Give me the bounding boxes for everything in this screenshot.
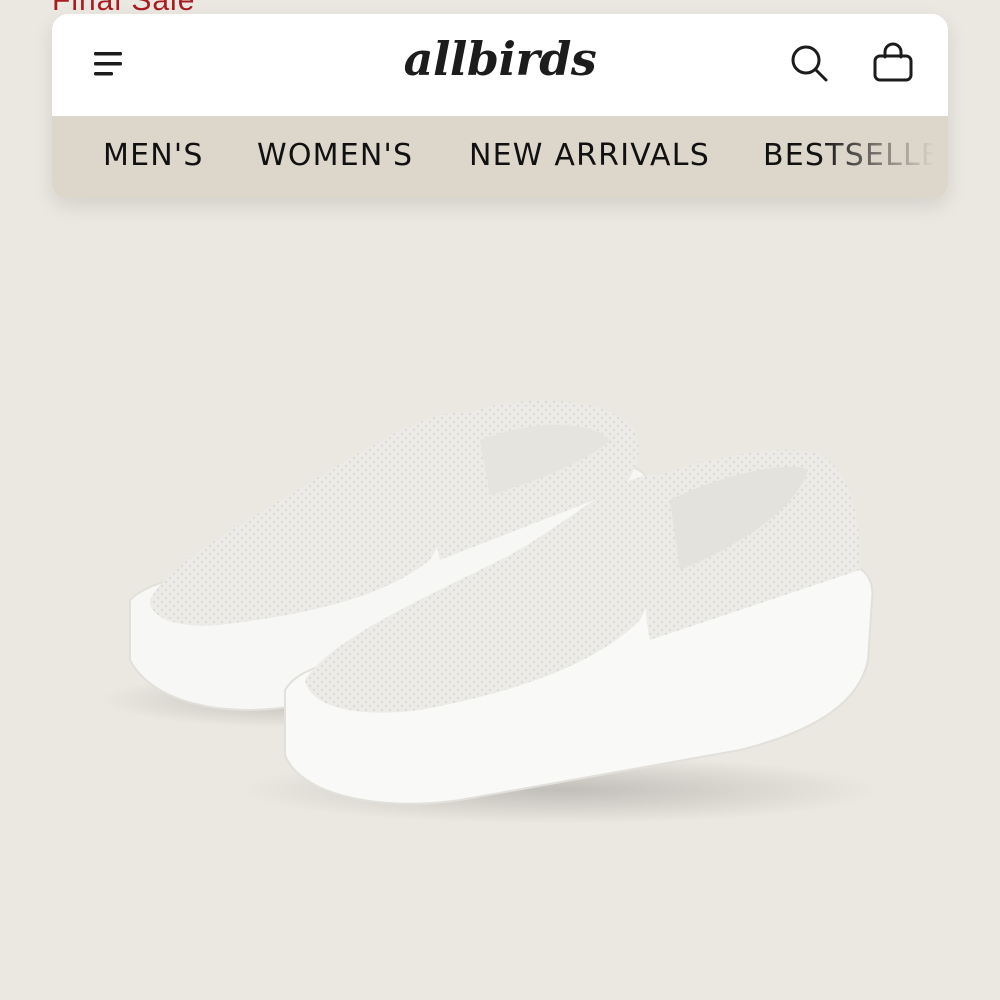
search-button[interactable] xyxy=(788,42,832,86)
shopping-bag-icon xyxy=(873,42,913,82)
category-nav: MEN'S WOMEN'S NEW ARRIVALS BESTSELLERS xyxy=(52,116,948,198)
page: Final Sale * allbirds MEN'S WOMEN'S NEW … xyxy=(0,0,1000,1000)
nav-item-mens[interactable]: MEN'S xyxy=(103,138,204,173)
cart-button[interactable] xyxy=(870,40,916,86)
nav-item-new-arrivals[interactable]: NEW ARRIVALS xyxy=(469,138,710,173)
site-header: allbirds MEN'S WOMEN'S NEW ARRIVALS BEST… xyxy=(52,14,948,198)
top-bar: allbirds xyxy=(52,14,948,116)
nav-item-bestsellers[interactable]: BESTSELLERS xyxy=(763,138,948,173)
search-icon xyxy=(791,45,828,82)
nav-item-womens[interactable]: WOMEN'S xyxy=(257,138,413,173)
product-image xyxy=(100,400,880,824)
